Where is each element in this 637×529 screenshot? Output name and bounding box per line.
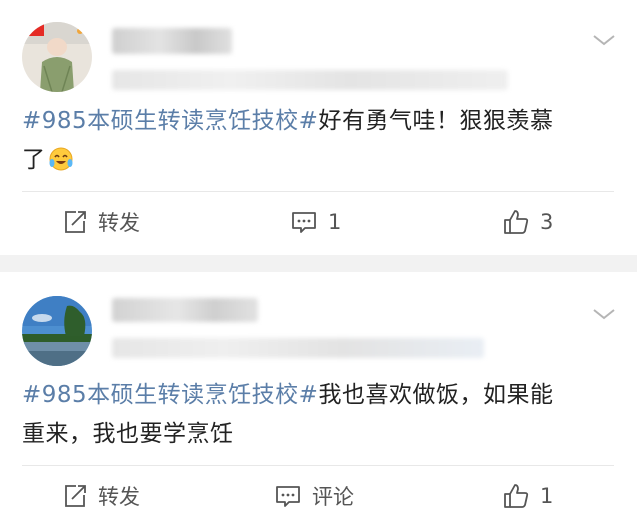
repost-icon <box>65 485 86 507</box>
divider <box>22 465 614 466</box>
comment-text: #985本硕生转读烹饪技校#我也喜欢做饭，如果能 重来，我也要学烹饪 <box>22 376 612 454</box>
comment-icon <box>276 486 300 507</box>
comment-count: 1 <box>328 210 342 234</box>
meta-redacted <box>112 338 484 358</box>
text-line-2: 重来，我也要学烹饪 <box>22 421 234 447</box>
thumbs-up-icon <box>504 484 529 508</box>
action-bar: 转发 1 3 <box>0 202 637 242</box>
card-separator <box>0 255 637 272</box>
repost-button[interactable]: 转发 <box>62 476 140 516</box>
text-line-1: 好有勇气哇！狠狠羡慕 <box>318 108 554 134</box>
username-redacted <box>112 298 258 322</box>
repost-label: 转发 <box>98 211 140 235</box>
like-count: 1 <box>540 484 554 508</box>
username-redacted <box>112 28 232 54</box>
comment-button[interactable]: 1 <box>290 202 341 242</box>
crying-laughing-emoji-icon <box>49 147 72 171</box>
comment-card-1: #985本硕生转读烹饪技校#好有勇气哇！狠狠羡慕 了 转发 1 3 <box>0 0 637 255</box>
avatar[interactable] <box>22 22 92 92</box>
repost-button[interactable]: 转发 <box>62 202 140 242</box>
comment-label: 评论 <box>312 485 354 509</box>
like-button[interactable]: 3 <box>502 202 553 242</box>
avatar[interactable] <box>22 296 92 366</box>
like-count: 3 <box>540 210 554 234</box>
divider <box>22 191 614 192</box>
text-line-2: 了 <box>22 147 46 173</box>
comment-text: #985本硕生转读烹饪技校#好有勇气哇！狠狠羡慕 了 <box>22 102 612 180</box>
repost-label: 转发 <box>98 485 140 509</box>
comment-icon <box>292 212 316 233</box>
repost-icon <box>65 211 86 233</box>
hashtag-link[interactable]: #985本硕生转读烹饪技校# <box>22 382 318 408</box>
comment-card-2: #985本硕生转读烹饪技校#我也喜欢做饭，如果能 重来，我也要学烹饪 转发 评论 <box>0 272 637 529</box>
chevron-down-icon[interactable] <box>591 306 617 322</box>
hashtag-link[interactable]: #985本硕生转读烹饪技校# <box>22 108 318 134</box>
comment-button[interactable]: 评论 <box>274 476 354 516</box>
meta-redacted <box>112 70 508 90</box>
chevron-down-icon[interactable] <box>591 32 617 48</box>
text-line-1: 我也喜欢做饭，如果能 <box>318 382 554 408</box>
action-bar: 转发 评论 1 <box>0 476 637 516</box>
thumbs-up-icon <box>504 210 529 234</box>
like-button[interactable]: 1 <box>502 476 553 516</box>
